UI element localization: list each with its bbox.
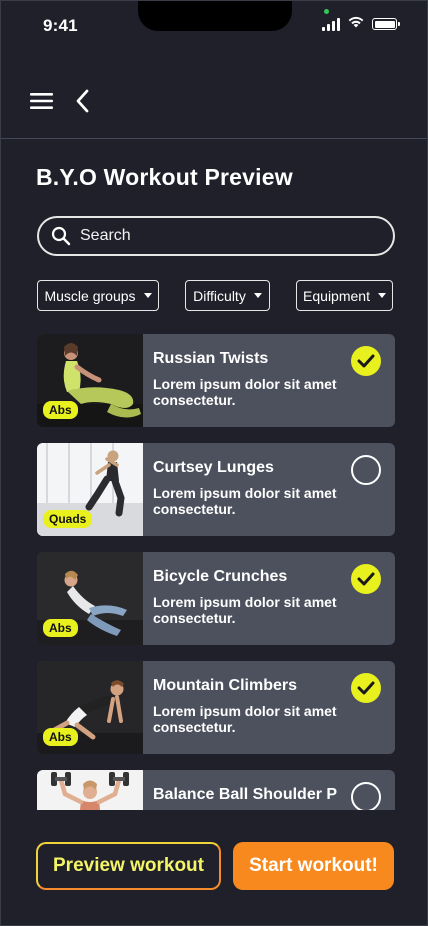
filter-label: Difficulty	[193, 287, 246, 304]
exercise-thumbnail: Abs	[37, 334, 143, 427]
selected-check-icon[interactable]	[351, 346, 381, 376]
exercise-thumbnail: Quads	[37, 443, 143, 536]
filter-bar: Muscle groups Difficulty Equipment	[37, 280, 393, 312]
exercise-title: Balance Ball Shoulder P	[153, 786, 338, 803]
filter-label: Equipment	[303, 287, 370, 304]
exercise-title: Bicycle Crunches	[153, 568, 288, 585]
unselected-circle-icon[interactable]	[351, 455, 381, 485]
muscle-groups-dropdown[interactable]: Muscle groups	[37, 280, 159, 311]
start-workout-button[interactable]: Start workout!	[233, 842, 394, 890]
cellular-signal-icon	[322, 17, 340, 31]
battery-icon	[372, 18, 400, 30]
search-bar[interactable]	[37, 216, 395, 256]
caret-down-icon	[377, 293, 386, 298]
selected-check-icon[interactable]	[351, 564, 381, 594]
selected-check-icon[interactable]	[351, 673, 381, 703]
unselected-circle-icon[interactable]	[351, 782, 381, 810]
preview-workout-button[interactable]: Preview workout	[36, 842, 221, 890]
hamburger-menu-icon[interactable]	[30, 91, 54, 111]
exercise-title: Mountain Climbers	[153, 677, 298, 694]
exercise-description: Lorem ipsum dolor sit amet consectetur.	[153, 485, 337, 517]
muscle-tag: Abs	[43, 401, 78, 419]
difficulty-dropdown[interactable]: Difficulty	[185, 280, 270, 311]
exercise-list[interactable]: Abs Russian Twists Lorem ipsum dolor sit…	[37, 334, 395, 810]
exercise-title: Russian Twists	[153, 350, 269, 367]
exercise-card[interactable]: Abs Russian Twists Lorem ipsum dolor sit…	[37, 334, 395, 427]
muscle-tag: Abs	[43, 728, 78, 746]
exercise-description: Lorem ipsum dolor sit amet consectetur.	[153, 703, 337, 735]
search-icon	[51, 226, 71, 246]
page-title: B.Y.O Workout Preview	[36, 164, 293, 190]
camera-indicator-icon	[324, 9, 329, 14]
caret-down-icon	[143, 293, 152, 298]
exercise-description: Lorem ipsum dolor sit amet consectetur.	[153, 594, 337, 626]
exercise-card[interactable]: Balance Ball Shoulder P	[37, 770, 395, 810]
exercise-title: Curtsey Lunges	[153, 459, 274, 476]
equipment-dropdown[interactable]: Equipment	[296, 280, 393, 311]
device-notch	[138, 1, 292, 31]
exercise-card[interactable]: Abs Bicycle Crunches Lorem ipsum dolor s…	[37, 552, 395, 645]
status-icons	[322, 15, 400, 33]
exercise-thumbnail: Abs	[37, 661, 143, 754]
muscle-tag: Abs	[43, 619, 78, 637]
search-input[interactable]	[80, 227, 370, 245]
status-bar: 9:41	[1, 1, 427, 51]
exercise-card[interactable]: Quads Curtsey Lunges Lorem ipsum dolor s…	[37, 443, 395, 536]
chevron-left-icon[interactable]	[73, 89, 93, 113]
status-time: 9:41	[43, 16, 78, 35]
exercise-thumbnail	[37, 770, 143, 810]
exercise-thumbnail: Abs	[37, 552, 143, 645]
filter-label: Muscle groups	[44, 287, 136, 304]
top-nav	[1, 79, 427, 139]
exercise-description: Lorem ipsum dolor sit amet consectetur.	[153, 376, 337, 408]
exercise-card[interactable]: Abs Mountain Climbers Lorem ipsum dolor …	[37, 661, 395, 754]
app-screen: 9:41 B.Y.O Workout Preview Search Muscle…	[0, 0, 428, 926]
caret-down-icon	[253, 293, 262, 298]
wifi-icon	[347, 15, 365, 33]
muscle-tag: Quads	[43, 510, 93, 528]
